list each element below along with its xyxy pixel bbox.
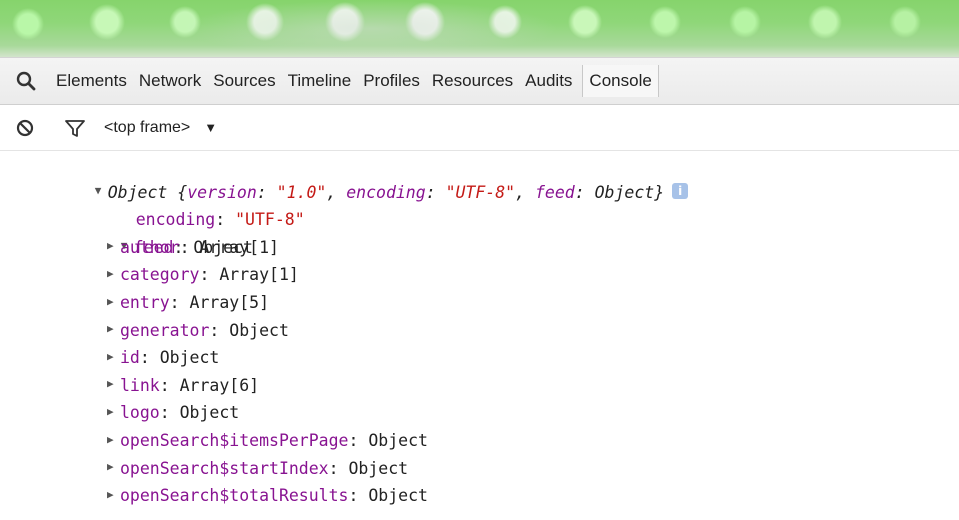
property-value: Object [229, 320, 289, 340]
tab-console[interactable]: Console [582, 65, 659, 97]
frame-selector[interactable]: <top frame> ▼ [104, 119, 217, 137]
property-value: Object [368, 486, 428, 506]
search-icon[interactable] [8, 58, 44, 104]
property-encoding: encoding: "UTF-8" [135, 210, 305, 230]
tab-timeline[interactable]: Timeline [282, 58, 358, 104]
property-value: Array[1] [199, 237, 279, 257]
property-value: Array[6] [179, 375, 260, 395]
collapsed-triangle-icon[interactable]: ▶ [107, 232, 120, 260]
property-key: category [120, 265, 200, 285]
property-key: id [120, 348, 140, 368]
console-output: ▼ Object {version: "1.0", encoding: "UTF-… [0, 151, 959, 520]
property-key: entry [120, 292, 170, 312]
property-value: Object [348, 458, 409, 478]
feed-property-row[interactable]: ▶ link: Array[6] [0, 372, 959, 400]
property-value: Array[5] [189, 292, 270, 312]
dropdown-arrow-icon: ▼ [204, 120, 218, 135]
tab-profiles[interactable]: Profiles [357, 58, 426, 104]
feed-property-row[interactable]: ▶ id: Object [0, 344, 959, 372]
property-key: link [120, 375, 160, 395]
collapsed-triangle-icon[interactable]: ▶ [107, 481, 120, 509]
property-value: Array[1] [219, 265, 299, 285]
collapsed-triangle-icon[interactable]: ▶ [107, 260, 120, 288]
devtools-tab-bar: Elements Network Sources Timeline Profil… [0, 57, 959, 105]
tab-resources[interactable]: Resources [426, 58, 519, 104]
collapsed-triangle-icon[interactable]: ▶ [107, 453, 120, 481]
property-value: Object [368, 430, 428, 450]
banner-haze [180, 0, 560, 57]
property-value: Object [159, 348, 220, 368]
feed-property-row[interactable]: ▶ category: Array[1] [0, 261, 959, 289]
feed-property-row[interactable]: ▶ openSearch$startIndex: Object [0, 455, 959, 483]
property-feed[interactable]: ▼ feed: Object [0, 206, 959, 257]
property-key: generator [120, 320, 210, 340]
property-key: author [120, 237, 180, 257]
tab-network[interactable]: Network [133, 58, 207, 104]
feed-property-row[interactable]: ▶ logo: Object [0, 399, 959, 427]
collapsed-triangle-icon[interactable]: ▶ [107, 398, 120, 426]
property-key: logo [120, 403, 160, 423]
property-value: Object [179, 403, 240, 423]
tab-sources[interactable]: Sources [207, 58, 281, 104]
console-toolbar: <top frame> ▼ [0, 105, 959, 151]
property-key: openSearch$itemsPerPage [120, 430, 349, 450]
console-root-object[interactable]: ▼ Object {version: "1.0", encoding: "UTF-… [0, 151, 959, 202]
feed-property-row[interactable]: ▶ openSearch$totalResults: Object [0, 482, 959, 510]
collapsed-triangle-icon[interactable]: ▶ [107, 343, 120, 371]
feed-property-row[interactable]: ▶ entry: Array[5] [0, 289, 959, 317]
feed-property-row[interactable]: ▶ openSearch$itemsPerPage: Object [0, 427, 959, 455]
tab-audits[interactable]: Audits [519, 58, 578, 104]
property-key: openSearch$startIndex [120, 458, 329, 478]
clear-console-icon[interactable] [10, 113, 40, 143]
collapsed-triangle-icon[interactable]: ▶ [107, 370, 120, 398]
tab-elements[interactable]: Elements [50, 58, 133, 104]
collapsed-triangle-icon[interactable]: ▶ [107, 426, 120, 454]
frame-selector-label: <top frame> [104, 118, 191, 136]
feed-property-row[interactable]: ▶ generator: Object [0, 317, 959, 345]
collapsed-triangle-icon[interactable]: ▶ [107, 315, 120, 343]
filter-icon[interactable] [60, 113, 90, 143]
collapsed-triangle-icon[interactable]: ▶ [107, 288, 120, 316]
feed-property-row[interactable]: ▶ author: Array[1] [0, 234, 959, 262]
property-key: openSearch$totalResults [120, 486, 349, 506]
